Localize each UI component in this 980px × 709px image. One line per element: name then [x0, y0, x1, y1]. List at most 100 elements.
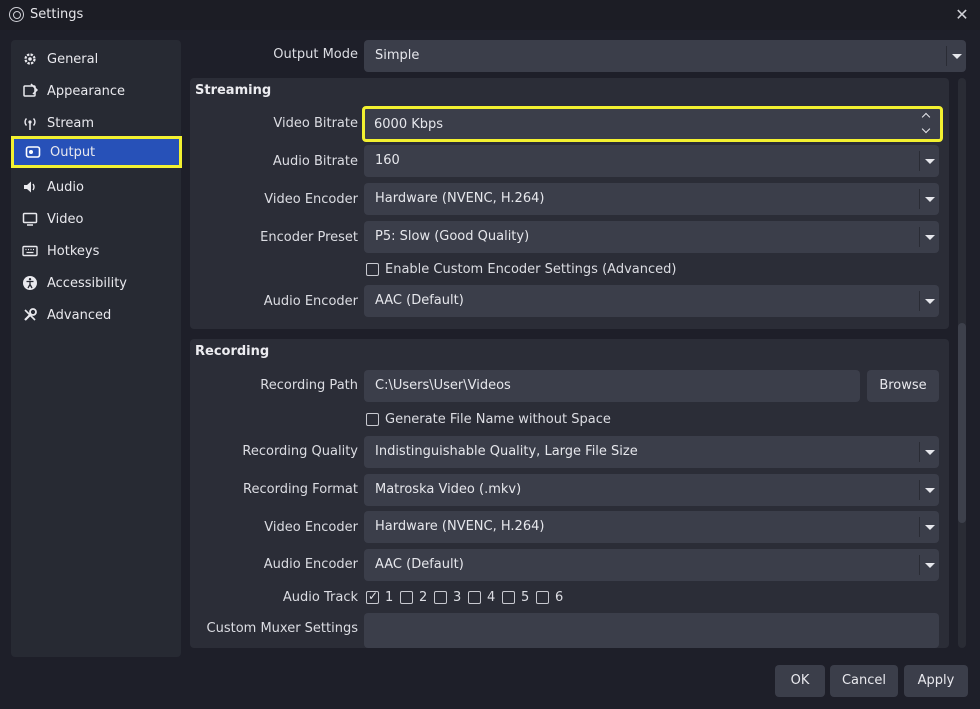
decrement-icon[interactable] — [922, 126, 934, 136]
recording-quality-label: Recording Quality — [242, 444, 358, 459]
no-space-checkbox[interactable] — [366, 413, 379, 426]
vertical-scrollbar[interactable] — [958, 78, 966, 648]
scrollbar-thumb[interactable] — [958, 323, 966, 523]
chevron-down-icon — [919, 480, 939, 500]
palette-icon — [21, 82, 39, 100]
sidebar-item-label: Audio — [47, 179, 84, 195]
rec-video-encoder-label: Video Encoder — [264, 520, 358, 535]
apply-button[interactable]: Apply — [904, 665, 968, 697]
audio-track-3-checkbox[interactable] — [434, 591, 447, 604]
sidebar-item-label: Video — [47, 211, 84, 227]
sidebar-item-stream[interactable]: Stream — [11, 107, 181, 139]
sidebar-item-label: Accessibility — [47, 275, 127, 291]
chevron-down-icon — [946, 46, 966, 66]
speaker-icon — [21, 178, 39, 196]
chevron-down-icon — [919, 189, 939, 209]
sidebar-item-label: Advanced — [47, 307, 112, 323]
audio-track-4-label: 4 — [487, 590, 496, 605]
recording-quality-value: Indistinguishable Quality, Large File Si… — [375, 444, 638, 459]
recording-path-input[interactable]: C:\Users\User\Videos — [364, 370, 860, 402]
stream-video-encoder-value: Hardware (NVENC, H.264) — [375, 191, 545, 206]
output-mode-select[interactable]: Simple — [364, 40, 966, 72]
rec-video-encoder-select[interactable]: Hardware (NVENC, H.264) — [364, 511, 939, 543]
rec-audio-encoder-select[interactable]: AAC (Default) — [364, 549, 939, 581]
accessibility-icon — [21, 274, 39, 292]
sidebar-item-video[interactable]: Video — [11, 203, 181, 235]
antenna-icon — [21, 114, 39, 132]
audio-track-3-label: 3 — [453, 590, 462, 605]
stream-audio-encoder-value: AAC (Default) — [375, 293, 464, 308]
sidebar-item-audio[interactable]: Audio — [11, 171, 181, 203]
video-bitrate-label: Video Bitrate — [273, 116, 358, 131]
streaming-title: Streaming — [195, 83, 272, 98]
sidebar-item-accessibility[interactable]: Accessibility — [11, 267, 181, 299]
custom-encoder-label: Enable Custom Encoder Settings (Advanced… — [385, 262, 677, 277]
stream-video-encoder-label: Video Encoder — [264, 192, 358, 207]
sidebar-item-general[interactable]: General — [11, 43, 181, 75]
keyboard-icon — [21, 242, 39, 260]
sidebar-item-label: Stream — [47, 115, 95, 131]
recording-format-select[interactable]: Matroska Video (.mkv) — [364, 474, 939, 506]
chevron-down-icon — [919, 151, 939, 171]
recording-path-value: C:\Users\User\Videos — [375, 378, 511, 393]
audio-track-4-checkbox[interactable] — [468, 591, 481, 604]
window-title: Settings — [30, 7, 84, 22]
recording-path-label: Recording Path — [260, 378, 358, 393]
chevron-down-icon — [919, 291, 939, 311]
sidebar-item-output[interactable]: Output — [11, 136, 182, 168]
output-mode-label: Output Mode — [273, 47, 358, 62]
cancel-button[interactable]: Cancel — [830, 665, 898, 697]
custom-encoder-checkbox[interactable] — [366, 263, 379, 276]
audio-bitrate-select[interactable]: 160 — [364, 145, 939, 177]
audio-bitrate-label: Audio Bitrate — [272, 154, 358, 169]
output-icon — [24, 143, 42, 161]
close-button[interactable]: ✕ — [950, 4, 974, 26]
audio-track-1-checkbox[interactable] — [366, 589, 379, 604]
title-bar: Settings ✕ — [0, 0, 980, 30]
audio-track-2-checkbox[interactable] — [400, 591, 413, 604]
recording-format-label: Recording Format — [243, 482, 358, 497]
sidebar-item-label: Hotkeys — [47, 243, 100, 259]
audio-track-label: Audio Track — [282, 590, 358, 605]
sidebar-item-advanced[interactable]: Advanced — [11, 299, 181, 331]
chevron-down-icon — [919, 517, 939, 537]
video-bitrate-spinbox[interactable]: 6000 Kbps — [362, 106, 943, 142]
audio-track-5-label: 5 — [521, 590, 530, 605]
sidebar-item-hotkeys[interactable]: Hotkeys — [11, 235, 181, 267]
audio-track-6-label: 6 — [555, 590, 564, 605]
audio-bitrate-value: 160 — [375, 153, 400, 168]
audio-track-5-checkbox[interactable] — [502, 591, 515, 604]
encoder-preset-value: P5: Slow (Good Quality) — [375, 229, 530, 244]
sidebar-item-appearance[interactable]: Appearance — [11, 75, 181, 107]
chevron-down-icon — [919, 442, 939, 462]
wrench-icon — [21, 306, 39, 324]
recording-quality-select[interactable]: Indistinguishable Quality, Large File Si… — [364, 436, 939, 468]
sidebar-item-label: General — [47, 51, 99, 67]
browse-button[interactable]: Browse — [867, 370, 939, 402]
settings-sidebar: General Appearance Stream Output Audio V… — [11, 40, 182, 657]
audio-track-1-label: 1 — [385, 590, 394, 605]
encoder-preset-label: Encoder Preset — [260, 230, 358, 245]
gear-icon — [21, 50, 39, 68]
audio-track-6-checkbox[interactable] — [536, 591, 549, 604]
obs-logo-icon — [9, 7, 24, 22]
sidebar-item-label: Output — [50, 144, 96, 160]
custom-muxer-input[interactable] — [364, 613, 939, 648]
audio-track-2-label: 2 — [419, 590, 428, 605]
custom-muxer-label: Custom Muxer Settings — [206, 621, 358, 636]
rec-audio-encoder-label: Audio Encoder — [263, 557, 358, 572]
ok-button[interactable]: OK — [775, 665, 825, 697]
output-mode-value: Simple — [375, 48, 420, 63]
stream-audio-encoder-label: Audio Encoder — [263, 294, 358, 309]
chevron-down-icon — [919, 555, 939, 575]
monitor-icon — [21, 210, 39, 228]
increment-icon[interactable] — [922, 111, 934, 121]
video-bitrate-value: 6000 Kbps — [374, 117, 444, 132]
rec-video-encoder-value: Hardware (NVENC, H.264) — [375, 519, 545, 534]
stream-video-encoder-select[interactable]: Hardware (NVENC, H.264) — [364, 183, 939, 215]
recording-title: Recording — [195, 344, 270, 359]
chevron-down-icon — [919, 227, 939, 247]
recording-format-value: Matroska Video (.mkv) — [375, 482, 522, 497]
encoder-preset-select[interactable]: P5: Slow (Good Quality) — [364, 221, 939, 253]
stream-audio-encoder-select[interactable]: AAC (Default) — [364, 285, 939, 317]
